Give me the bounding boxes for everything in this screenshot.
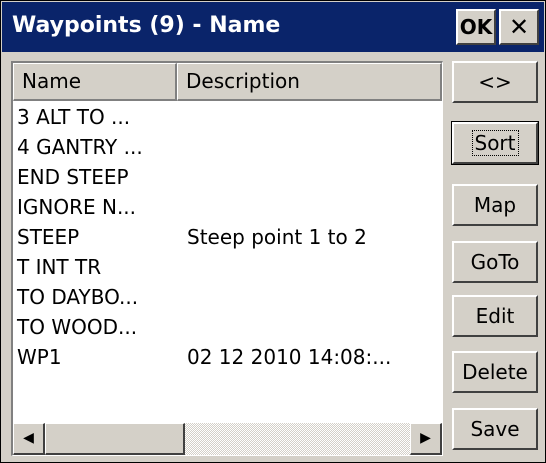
scrollbar-thumb[interactable]: [45, 423, 185, 455]
scroll-right-button[interactable]: ▶: [410, 423, 442, 455]
list-item[interactable]: 3 ALT TO ...: [13, 103, 442, 133]
waypoint-description: 02 12 2010 14:08:...: [187, 345, 392, 369]
list-item[interactable]: WP1 02 12 2010 14:08:...: [13, 343, 442, 373]
triangle-right-icon: ▶: [420, 430, 431, 446]
waypoint-name: IGNORE N...: [17, 195, 137, 219]
ok-button[interactable]: OK: [456, 9, 496, 45]
list-item[interactable]: 4 GANTRY ...: [13, 133, 442, 163]
title-bar: Waypoints (9) - Name OK ✕: [2, 2, 544, 52]
waypoint-name: T INT TR: [17, 255, 102, 279]
waypoint-name: STEEP: [17, 225, 80, 249]
waypoint-name: 3 ALT TO ...: [17, 105, 131, 129]
horizontal-scrollbar[interactable]: ◀ ▶: [13, 423, 442, 455]
sort-button-label: Sort: [471, 130, 519, 156]
waypoint-name: 4 GANTRY ...: [17, 135, 143, 159]
sort-button[interactable]: Sort: [451, 121, 539, 165]
waypoint-name: WP1: [17, 345, 62, 369]
list-item[interactable]: END STEEP: [13, 163, 442, 193]
waypoint-list[interactable]: Name Description 3 ALT TO ... 4 GANTRY .…: [11, 61, 443, 456]
column-header-description[interactable]: Description: [177, 63, 442, 101]
list-item[interactable]: IGNORE N...: [13, 193, 442, 223]
waypoint-name: TO WOOD...: [17, 315, 138, 339]
map-button[interactable]: Map: [452, 184, 538, 226]
waypoint-name: END STEEP: [17, 165, 129, 189]
close-button[interactable]: ✕: [499, 9, 539, 45]
scroll-left-button[interactable]: ◀: [13, 423, 45, 455]
save-button[interactable]: Save: [452, 408, 538, 450]
waypoints-window: Waypoints (9) - Name OK ✕ Name Descripti…: [0, 0, 546, 463]
list-item[interactable]: STEEP Steep point 1 to 2: [13, 223, 442, 253]
triangle-left-icon: ◀: [23, 430, 34, 446]
window-title: Waypoints (9) - Name: [12, 13, 281, 38]
goto-button[interactable]: GoTo: [452, 241, 538, 283]
waypoint-name: TO DAYBO...: [17, 285, 139, 309]
list-rows: 3 ALT TO ... 4 GANTRY ... END STEEP IGNO…: [13, 103, 442, 373]
waypoint-description: Steep point 1 to 2: [187, 225, 367, 249]
swap-columns-button[interactable]: <>: [452, 61, 538, 103]
edit-button[interactable]: Edit: [452, 295, 538, 337]
list-item[interactable]: T INT TR: [13, 253, 442, 283]
list-item[interactable]: TO WOOD...: [13, 313, 442, 343]
delete-button[interactable]: Delete: [452, 351, 538, 393]
column-header-name[interactable]: Name: [13, 63, 177, 101]
close-icon: ✕: [508, 13, 530, 41]
list-item[interactable]: TO DAYBO...: [13, 283, 442, 313]
list-header: Name Description: [13, 63, 442, 101]
